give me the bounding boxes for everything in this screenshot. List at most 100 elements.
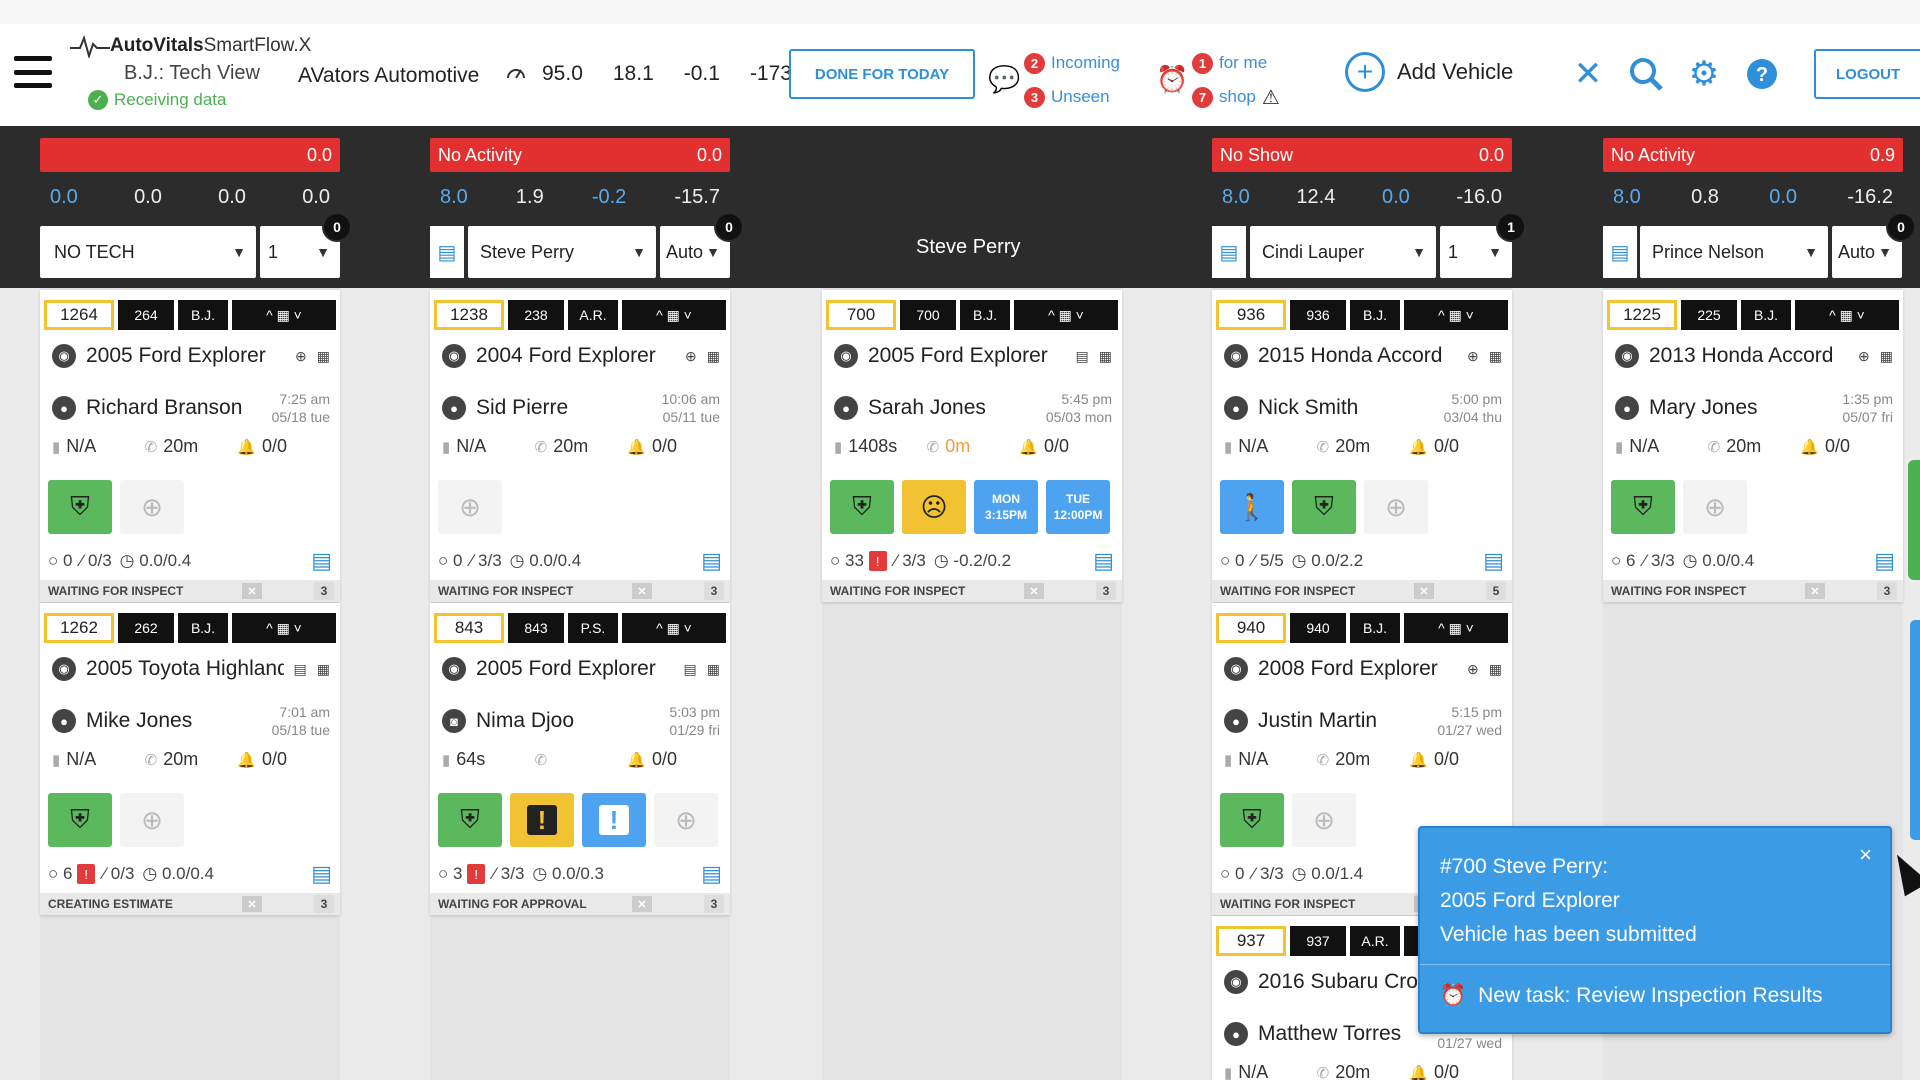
card-controls[interactable]: ^ ▦ ˅ xyxy=(1404,300,1508,330)
side-panel-tab[interactable] xyxy=(1908,460,1920,580)
calendar-icon[interactable]: ▦ xyxy=(317,661,330,678)
search-icon[interactable] xyxy=(1624,52,1668,96)
tue-appointment-tile[interactable]: TUE 12:00PM xyxy=(1046,480,1110,534)
add-tile-icon[interactable]: ⊕ xyxy=(438,480,502,534)
card-controls[interactable]: ^ ▦ ˅ xyxy=(232,300,336,330)
hours-value-text: 0.0/0.4 xyxy=(139,551,192,570)
metric-value: 0/0 xyxy=(262,436,288,456)
phone-icon: ✆ xyxy=(534,438,548,456)
tech-select[interactable]: Cindi Lauper ▼ xyxy=(1250,226,1436,278)
appt-date: 01/29 fri xyxy=(669,722,720,738)
add-vehicle-button[interactable]: + Add Vehicle xyxy=(1345,52,1513,92)
add-tile-icon[interactable]: ⊕ xyxy=(1683,480,1747,534)
vehicle-card[interactable]: 1225 225 B.J. ^ ▦ ˅ ◉ 2013 Honda Accord ⊕ ▦ ● M… xyxy=(1603,290,1903,602)
close-icon[interactable]: ✕ xyxy=(242,896,262,912)
shield-icon[interactable]: ⛨ xyxy=(48,480,112,534)
add-tile-icon[interactable]: ⊕ xyxy=(120,793,184,847)
shield-icon[interactable]: ⛨ xyxy=(1292,480,1356,534)
add-circle-icon[interactable]: ⊕ xyxy=(685,348,697,365)
shield-icon[interactable]: ⛨ xyxy=(1611,480,1675,534)
metric-value: 0m xyxy=(945,436,971,456)
close-icon[interactable]: ✕ xyxy=(242,583,262,599)
shield-icon[interactable]: ⛨ xyxy=(830,480,894,534)
vehicle-card[interactable]: 700 700 B.J. ^ ▦ ˅ ◉ 2005 Ford Explorer ▤ ▦ ● S… xyxy=(822,290,1122,602)
notification-toast[interactable]: #700 Steve Perry: 2005 Ford Explorer Vehic… xyxy=(1418,826,1892,1034)
chat-icon[interactable]: ▤ xyxy=(311,548,332,574)
menu-icon[interactable] xyxy=(14,56,52,88)
calendar-icon[interactable]: ▦ xyxy=(1489,661,1502,678)
add-tile-icon[interactable]: ⊕ xyxy=(1292,793,1356,847)
add-circle-icon[interactable]: ⊕ xyxy=(1467,348,1479,365)
angry-face-icon[interactable]: ☹ xyxy=(902,480,966,534)
vehicle-card[interactable]: 1262262B.J.^ ▦ ˅ ◉ 2005 Toyota Highlander… xyxy=(40,603,340,915)
calendar-icon[interactable]: ▦ xyxy=(707,348,720,365)
add-tile-icon[interactable]: ⊕ xyxy=(1364,480,1428,534)
chat-icon[interactable]: ▤ xyxy=(1483,548,1504,574)
close-icon[interactable]: ✕ xyxy=(1414,583,1434,599)
add-tile-icon[interactable]: ⊕ xyxy=(654,793,718,847)
warning-tile-icon[interactable]: ! xyxy=(510,793,574,847)
done-for-today-button[interactable]: DONE FOR TODAY xyxy=(789,49,975,99)
count-badge: 1 xyxy=(1496,212,1526,242)
info-tile-icon[interactable]: ! xyxy=(582,793,646,847)
chart-icon: ▮ xyxy=(52,438,61,456)
mon-appointment-tile[interactable]: MON 3:15PM xyxy=(974,480,1038,534)
walking-person-icon[interactable]: 🚶 xyxy=(1220,480,1284,534)
card-controls[interactable]: ^ ▦ ˅ xyxy=(1014,300,1118,330)
close-icon[interactable]: ✕ xyxy=(632,583,652,599)
add-tile-icon[interactable]: ⊕ xyxy=(120,480,184,534)
chat-icon[interactable]: ▤ xyxy=(1874,548,1895,574)
logout-button[interactable]: LOGOUT xyxy=(1814,49,1920,99)
close-icon[interactable]: ✕ xyxy=(1024,583,1044,599)
close-icon[interactable]: ✕ xyxy=(1805,583,1825,599)
status-count: 3 xyxy=(704,895,724,913)
card-controls[interactable]: ^ ▦ ˅ xyxy=(622,613,726,643)
vehicle-card[interactable]: 843 843 P.S. ^ ▦ ˅ ◉ 2005 Ford Explorer ▤ ▦ ◙ N… xyxy=(430,603,730,915)
calendar-icon[interactable]: ▦ xyxy=(1099,348,1112,365)
card-controls[interactable]: ^ ▦ ˅ xyxy=(1795,300,1899,330)
add-circle-icon[interactable]: ⊕ xyxy=(1858,348,1870,365)
vehicle-card[interactable]: 1264 264 B.J. ^ ▦ ˅ ◉ 2005 Ford Explorer ⊕ ▦ ●… xyxy=(40,290,340,602)
chat-icon[interactable]: ▤ xyxy=(1093,548,1114,574)
vehicle-card[interactable]: 936 936 B.J. ^ ▦ ˅ ◉ 2015 Honda Accord ⊕ ▦ ● Ni… xyxy=(1212,290,1512,602)
calendar-icon[interactable]: ▦ xyxy=(317,348,330,365)
add-circle-icon[interactable]: ⊕ xyxy=(1467,661,1479,678)
message-icon[interactable]: ▤ xyxy=(1212,226,1246,278)
calendar-icon[interactable]: ▦ xyxy=(1880,348,1893,365)
close-icon[interactable]: ✕ xyxy=(632,896,652,912)
message-flag-icon[interactable]: ▤ xyxy=(294,661,307,678)
gear-icon[interactable]: ⚙ xyxy=(1682,52,1726,96)
card-controls[interactable]: ^ ▦ ˅ xyxy=(1404,613,1508,643)
search-count: ○ 0 xyxy=(438,551,463,570)
message-flag-icon[interactable]: ▤ xyxy=(684,661,697,678)
tech-select[interactable]: NO TECH ▼ xyxy=(40,226,256,278)
chat-icon[interactable]: ▤ xyxy=(701,548,722,574)
tech-select[interactable]: Steve Perry ▼ xyxy=(468,226,656,278)
shield-icon[interactable]: ⛨ xyxy=(48,793,112,847)
close-board-icon[interactable]: ✕ xyxy=(1566,52,1610,96)
card-controls[interactable]: ^ ▦ ˅ xyxy=(232,613,336,643)
tech-select[interactable]: Prince Nelson ▼ xyxy=(1640,226,1828,278)
column-value: 0.0 xyxy=(1478,144,1504,165)
vehicle-name: 2005 Toyota Highlander xyxy=(86,657,284,680)
message-icon[interactable]: ▤ xyxy=(1603,226,1637,278)
shield-icon[interactable]: ⛨ xyxy=(438,793,502,847)
message-flag-icon[interactable]: ▤ xyxy=(1076,348,1089,365)
side-panel-tab[interactable] xyxy=(1910,620,1920,840)
toast-task-link[interactable]: ⏰ New task: Review Inspection Results xyxy=(1440,984,1822,1008)
heartbeat-icon xyxy=(70,34,110,58)
hours-value-text: -0.2/0.2 xyxy=(953,551,1012,570)
help-icon[interactable]: ? xyxy=(1740,52,1784,96)
tag-number: 940 xyxy=(1290,613,1346,643)
chat-icon[interactable]: ▤ xyxy=(701,861,722,887)
shield-icon[interactable]: ⛨ xyxy=(1220,793,1284,847)
card-controls[interactable]: ^ ▦ ˅ xyxy=(622,300,726,330)
vehicle-card[interactable]: 1238 238 A.R. ^ ▦ ˅ ◉ 2004 Ford Explorer ⊕ ▦ ●… xyxy=(430,290,730,602)
add-circle-icon[interactable]: ⊕ xyxy=(295,348,307,365)
close-icon[interactable]: × xyxy=(1859,842,1872,868)
calendar-icon[interactable]: ▦ xyxy=(1489,348,1502,365)
chat-icon[interactable]: ▤ xyxy=(311,861,332,887)
wrench-count-value: 0/3 xyxy=(88,551,112,570)
calendar-icon[interactable]: ▦ xyxy=(707,661,720,678)
message-icon[interactable]: ▤ xyxy=(430,226,464,278)
